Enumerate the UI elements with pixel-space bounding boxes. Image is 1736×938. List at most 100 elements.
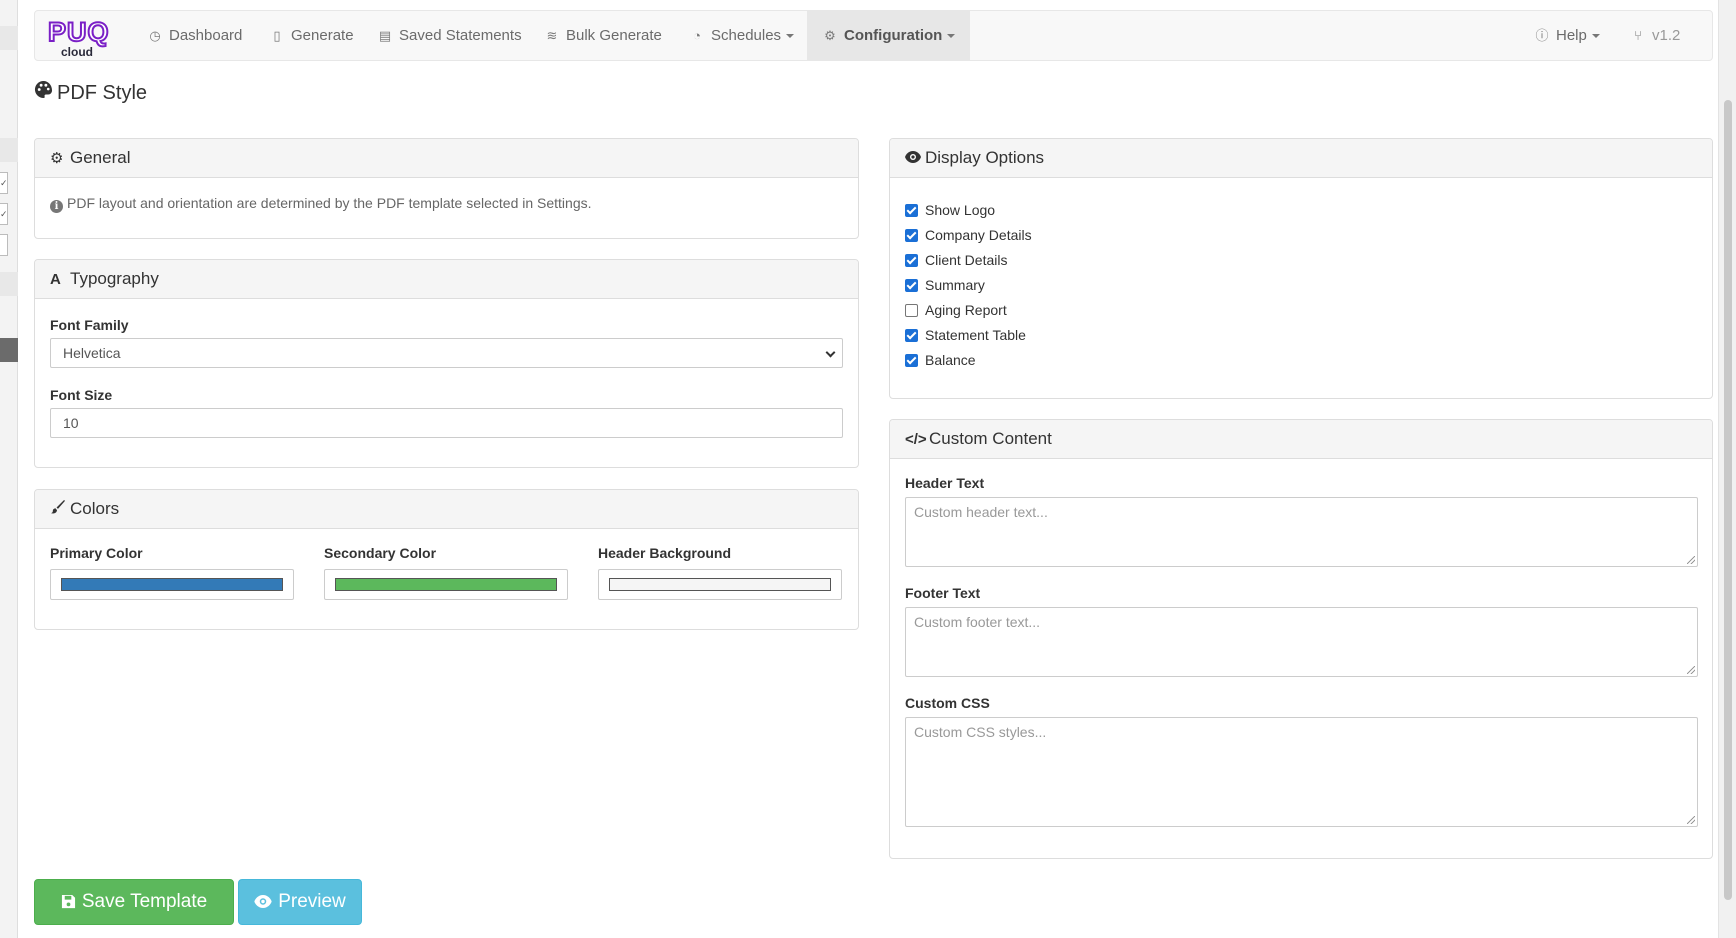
typography-panel-title: Typography	[70, 269, 159, 288]
custom-css-label: Custom CSS	[905, 695, 990, 711]
nav-configuration[interactable]: ⚙ Configuration	[807, 11, 971, 60]
option-label: Show Logo	[925, 202, 996, 218]
strip-input-stub[interactable]	[0, 234, 8, 256]
strip-select-stub[interactable]: ✓	[0, 172, 8, 194]
secondary-color-picker[interactable]	[324, 569, 568, 600]
colors-panel-title: Colors	[70, 499, 120, 518]
nav-saved-statements[interactable]: ▤ Saved Statements	[377, 11, 522, 60]
custom-content-panel: </> Custom Content Header Text Custom hea…	[889, 419, 1713, 859]
option-label: Aging Report	[925, 302, 1007, 318]
option-summary[interactable]: Summary	[905, 275, 985, 295]
primary-color-swatch	[61, 578, 283, 591]
footer-text-placeholder: Custom footer text...	[914, 614, 1041, 630]
nav-help[interactable]: ⓘ Help	[1534, 11, 1600, 60]
code-branch-icon: ⑂	[1634, 28, 1642, 43]
option-label: Statement Table	[925, 327, 1026, 343]
font-size-input[interactable]: 10	[50, 408, 843, 438]
secondary-color-swatch	[335, 578, 557, 591]
header-background-picker[interactable]	[598, 569, 842, 600]
checkbox[interactable]	[905, 329, 918, 342]
option-company-details[interactable]: Company Details	[905, 225, 1032, 245]
font-icon: A	[50, 271, 61, 288]
custom-css-placeholder: Custom CSS styles...	[914, 724, 1047, 740]
footer-text-input[interactable]: Custom footer text...	[905, 607, 1698, 677]
cogs-icon: ⚙	[824, 28, 836, 43]
nav-generate-label: Generate	[291, 27, 354, 44]
general-hint-text: PDF layout and orientation are determine…	[67, 195, 592, 211]
nav-bulk-generate-label: Bulk Generate	[566, 27, 662, 44]
colors-panel: Colors Primary Color Secondary Color Hea…	[34, 489, 859, 630]
resize-grip-icon[interactable]	[1687, 556, 1695, 564]
checkbox[interactable]	[905, 254, 918, 267]
save-icon	[61, 881, 76, 925]
option-label: Client Details	[925, 252, 1008, 268]
display-options-panel-title: Display Options	[925, 148, 1045, 167]
option-label: Balance	[925, 352, 976, 368]
nav-dashboard-label: Dashboard	[169, 27, 243, 44]
nav-saved-statements-label: Saved Statements	[399, 27, 522, 44]
option-aging-report[interactable]: Aging Report	[905, 300, 1007, 320]
font-family-value: Helvetica	[63, 345, 121, 361]
brand-logo[interactable]: PUQ cloud	[47, 16, 120, 59]
file-icon: ▯	[273, 28, 281, 43]
font-size-label: Font Size	[50, 387, 113, 403]
page-scrollbar[interactable]	[1718, 0, 1736, 938]
header-text-label: Header Text	[905, 475, 985, 491]
eye-icon	[254, 881, 272, 925]
brand-logo-subtext: cloud	[61, 45, 93, 59]
header-background-label: Header Background	[598, 545, 732, 561]
checkbox[interactable]	[905, 304, 918, 317]
display-options-panel-header: Display Options	[890, 139, 1712, 178]
nav-schedules[interactable]: ◔ Schedules	[689, 11, 795, 60]
chevron-down-icon	[825, 347, 836, 358]
strip-select-stub[interactable]: ✓	[0, 203, 8, 225]
checkbox[interactable]	[905, 354, 918, 367]
option-balance[interactable]: Balance	[905, 350, 976, 370]
option-statement-table[interactable]: Statement Table	[905, 325, 1026, 345]
header-text-input[interactable]: Custom header text...	[905, 497, 1698, 567]
custom-content-panel-header: </> Custom Content	[890, 420, 1712, 459]
chevron-down-icon	[786, 34, 795, 39]
preview-button[interactable]: Preview	[238, 879, 362, 925]
font-family-label: Font Family	[50, 317, 129, 333]
scrollbar-thumb[interactable]	[1724, 100, 1732, 900]
nav-version: ⑂ v1.2	[1630, 11, 1680, 60]
gear-icon: ⚙	[50, 150, 64, 167]
checkbox[interactable]	[905, 204, 918, 217]
font-size-value: 10	[63, 415, 79, 431]
typography-panel: A Typography Font Family Helvetica Font S…	[34, 259, 859, 468]
layers-icon: ≋	[546, 28, 558, 43]
nav-help-label: Help	[1556, 27, 1587, 44]
colors-panel-header: Colors	[35, 490, 858, 529]
general-hint: i PDF layout and orientation are determin…	[50, 195, 592, 213]
checkbox[interactable]	[905, 229, 918, 242]
option-show-logo[interactable]: Show Logo	[905, 200, 995, 220]
custom-css-input[interactable]: Custom CSS styles...	[905, 717, 1698, 827]
primary-color-picker[interactable]	[50, 569, 294, 600]
eye-icon	[905, 140, 923, 178]
checkbox[interactable]	[905, 279, 918, 292]
nav-dashboard[interactable]: ◷ Dashboard	[147, 11, 242, 60]
nav-schedules-label: Schedules	[711, 27, 782, 44]
nav-bulk-generate[interactable]: ≋ Bulk Generate	[544, 11, 662, 60]
resize-grip-icon[interactable]	[1687, 816, 1695, 824]
save-template-button[interactable]: Save Template	[34, 879, 234, 925]
top-navbar: PUQ cloud ◷ Dashboard ▯ Generate ▤ Saved St…	[34, 10, 1713, 61]
page-title-text: PDF Style	[57, 82, 148, 104]
strip-row	[0, 26, 18, 50]
resize-grip-icon[interactable]	[1687, 666, 1695, 674]
font-family-select[interactable]: Helvetica	[50, 338, 843, 368]
archive-icon: ▤	[378, 28, 392, 43]
strip-row	[0, 138, 18, 162]
general-panel-header: ⚙ General	[35, 139, 858, 178]
header-text-placeholder: Custom header text...	[914, 504, 1048, 520]
save-template-label: Save Template	[81, 891, 208, 912]
chevron-down-icon	[947, 34, 956, 39]
nav-generate[interactable]: ▯ Generate	[269, 11, 354, 60]
palette-icon	[34, 80, 54, 105]
info-circle-icon: ⓘ	[1535, 28, 1549, 43]
general-panel-title: General	[70, 148, 131, 167]
info-icon: i	[50, 200, 63, 213]
brand-logo-text: PUQ	[47, 16, 110, 48]
option-client-details[interactable]: Client Details	[905, 250, 1007, 270]
